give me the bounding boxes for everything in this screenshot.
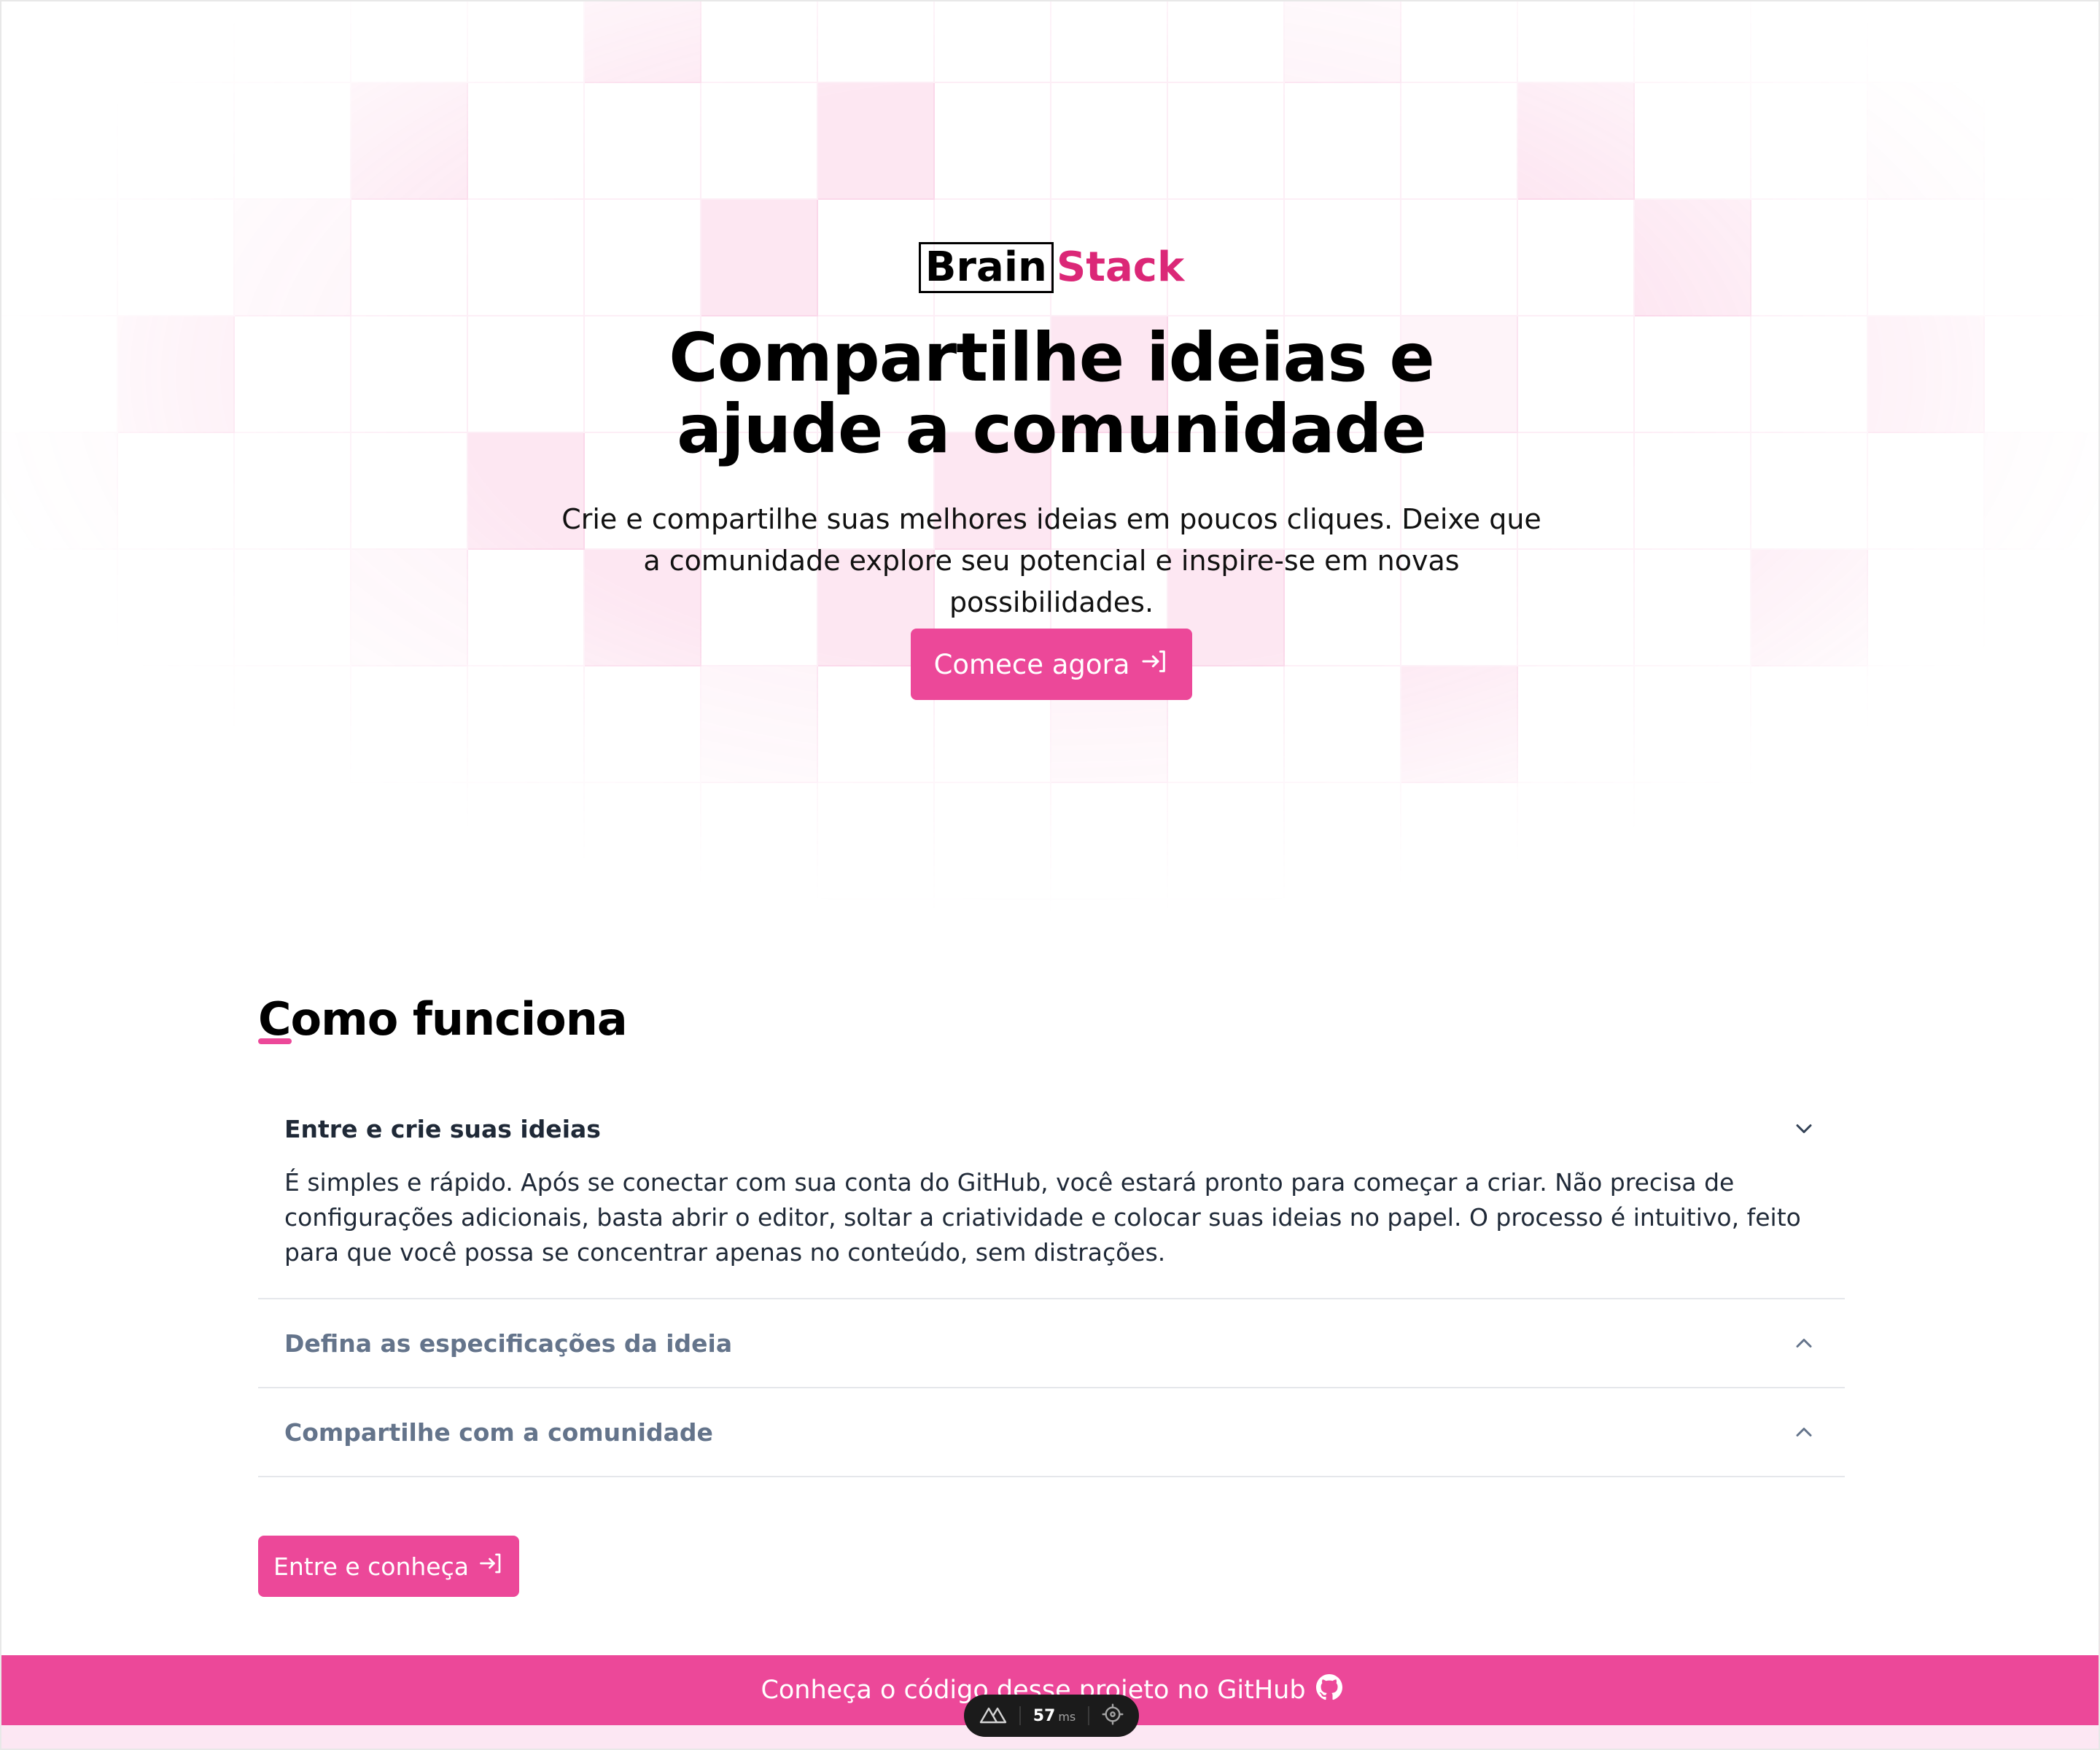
accordion-title: Compartilhe com a comunidade [284,1418,713,1447]
accordion-title: Entre e crie suas ideias [284,1114,601,1143]
enter-and-explore-button-label: Entre e conheça [273,1552,469,1581]
chevron-up-icon [1789,1329,1819,1358]
start-now-button-label: Comece agora [933,648,1130,680]
title-underline-accent [258,1038,292,1044]
accordion-item-create: Entre e crie suas ideias É simples e ráp… [258,1085,1845,1299]
render-time-readout: 57 ms [1033,1707,1076,1725]
accordion-header-share[interactable]: Compartilhe com a comunidade [258,1388,1845,1476]
hero-section: Brain Stack Compartilhe ideias e ajude a … [1,1,2099,935]
render-time-unit: ms [1058,1709,1076,1724]
brand-logo-part2: Stack [1056,244,1185,291]
page: Brain Stack Compartilhe ideias e ajude a … [0,0,2100,1750]
hero-title: Compartilhe ideias e ajude a comunidade [669,319,1434,468]
chevron-down-icon [1789,1114,1819,1143]
arrow-right-to-bracket-icon [478,1550,504,1582]
accordion-body-create: É simples e rápido. Após se conectar com… [284,1168,1801,1267]
start-now-button[interactable]: Comece agora [911,629,1192,700]
arrow-right-to-bracket-icon [1140,647,1169,682]
accordion-item-specs: Defina as especificações da ideia [258,1299,1845,1388]
hero-subtitle: Crie e compartilhe suas melhores ideias … [561,503,1541,618]
accordion-title: Defina as especificações da ideia [284,1329,733,1358]
devtools-separator [1019,1706,1022,1725]
nuxt-logo-icon[interactable] [979,1703,1008,1728]
enter-and-explore-button[interactable]: Entre e conheça [258,1536,519,1597]
devtools-pill[interactable]: 57 ms [964,1695,1139,1737]
render-time-value: 57 [1032,1706,1056,1725]
accordion-header-create[interactable]: Entre e crie suas ideias [258,1085,1845,1172]
accordion-header-specs[interactable]: Defina as especificações da ideia [258,1299,1845,1387]
brand-logo-part1: Brain [918,242,1054,293]
crosshair-icon[interactable] [1101,1703,1124,1729]
how-it-works-accordion: Entre e crie suas ideias É simples e ráp… [258,1085,1845,1477]
chevron-up-icon [1789,1418,1819,1447]
brand-logo[interactable]: Brain Stack [1,242,2099,293]
devtools-separator [1087,1706,1089,1725]
how-it-works-title: Como funciona [258,992,628,1046]
github-icon [1315,1673,1342,1707]
accordion-item-share: Compartilhe com a comunidade [258,1388,1845,1477]
